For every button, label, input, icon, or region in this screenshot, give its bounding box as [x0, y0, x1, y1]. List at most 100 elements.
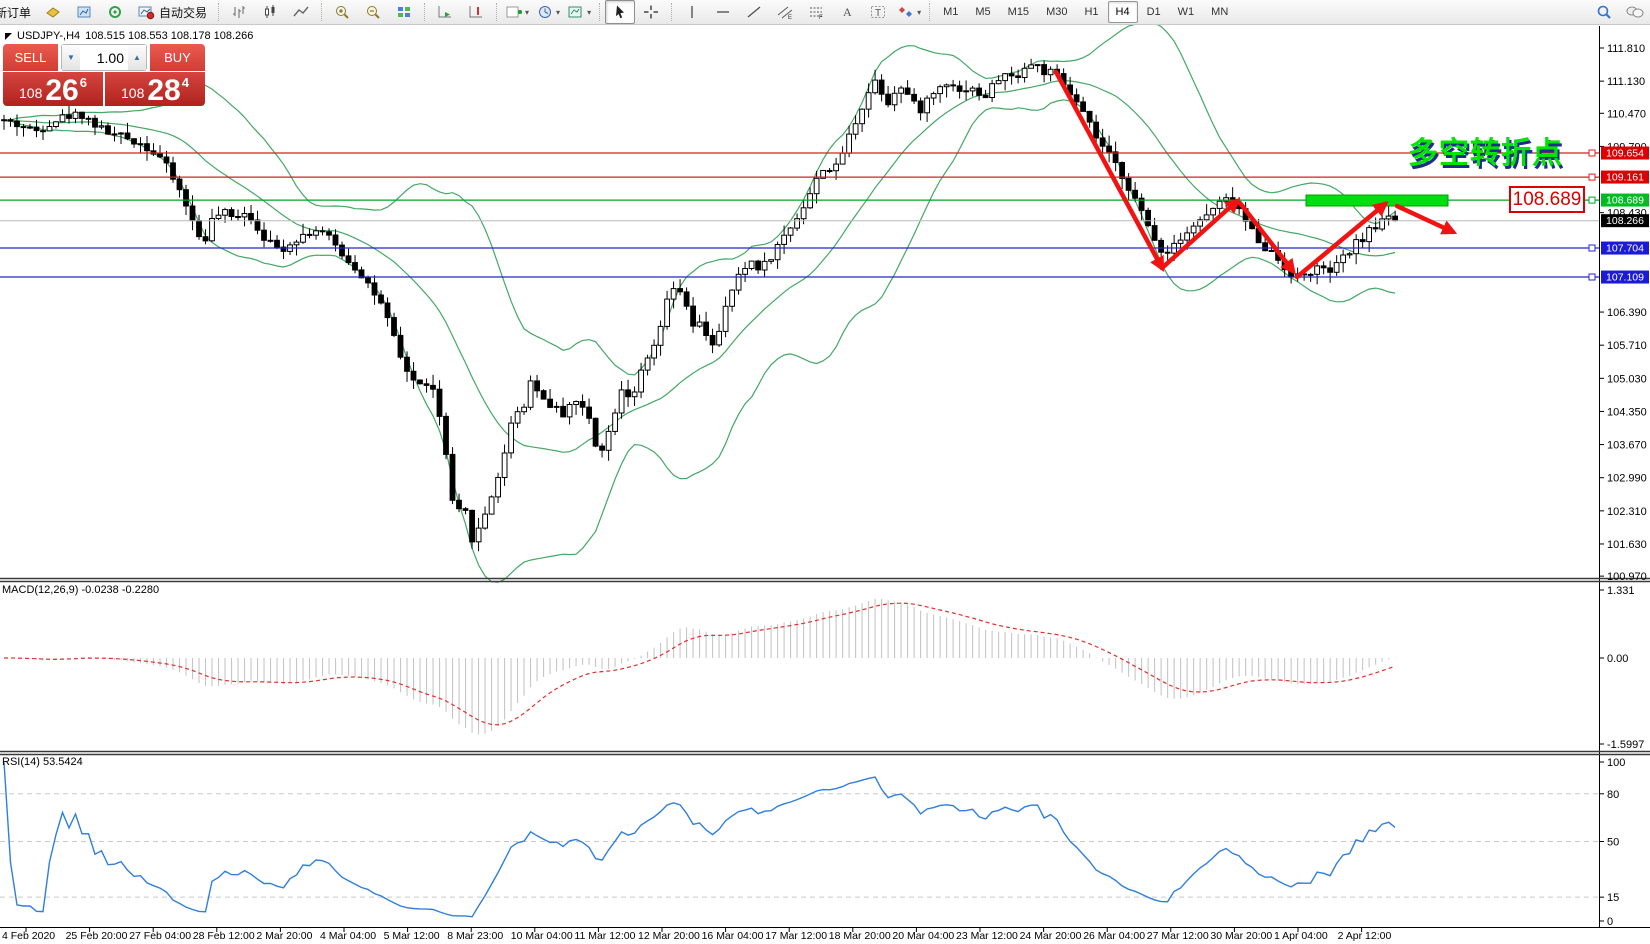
arrows-icon — [897, 4, 915, 20]
chart-ohlc: 108.515 108.553 108.178 108.266 — [85, 30, 253, 42]
svg-text:111.810: 111.810 — [1607, 43, 1645, 55]
svg-text:111.130: 111.130 — [1607, 76, 1645, 88]
tile-windows-icon[interactable] — [389, 0, 419, 24]
svg-text:1.331: 1.331 — [1607, 585, 1635, 597]
y-axis: 111.810111.130110.470109.790108.430106.3… — [0, 43, 1647, 928]
signals-icon[interactable] — [100, 0, 130, 24]
autotrading-button[interactable]: 自动交易 — [131, 0, 213, 24]
trend-arrow[interactable] — [1162, 201, 1237, 268]
zoom-out-icon[interactable] — [358, 0, 388, 24]
indicators-button[interactable]: ▾ — [502, 0, 532, 24]
market-watch-icon[interactable] — [69, 0, 99, 24]
horizontal-line-icon[interactable] — [708, 0, 738, 24]
auto-scroll-icon[interactable] — [430, 0, 460, 24]
level-handle[interactable] — [1589, 150, 1595, 156]
svg-text:100.970: 100.970 — [1607, 571, 1647, 583]
svg-text:18 Mar 20:00: 18 Mar 20:00 — [829, 930, 891, 942]
svg-text:107.704: 107.704 — [1606, 243, 1644, 255]
crosshair-icon[interactable] — [636, 0, 666, 24]
text-label-icon[interactable]: T — [863, 0, 893, 24]
trend-arrow[interactable] — [1056, 72, 1162, 268]
chart-shift-icon[interactable] — [461, 0, 491, 24]
svg-text:0: 0 — [1607, 916, 1613, 928]
svg-text:50: 50 — [1607, 837, 1619, 849]
timeframe-bar: M1M5M15M30H1H4D1W1MN — [935, 1, 1236, 23]
templates-button[interactable]: ▾ — [564, 0, 594, 24]
timeframe-button-D1[interactable]: D1 — [1139, 1, 1169, 23]
vertical-line-icon[interactable] — [677, 0, 707, 24]
trendline-icon[interactable] — [739, 0, 769, 24]
trend-arrow[interactable] — [1297, 204, 1385, 277]
lot-decrease-button[interactable]: ▼ — [62, 45, 80, 70]
timeframe-button-W1[interactable]: W1 — [1170, 1, 1203, 23]
text-icon[interactable]: A — [832, 0, 862, 24]
svg-text:105.710: 105.710 — [1607, 340, 1647, 352]
chevron-down-icon: ▾ — [917, 8, 921, 17]
level-handle[interactable] — [1589, 245, 1595, 251]
zoom-in-icon[interactable] — [327, 0, 357, 24]
svg-text:2 Mar 20:00: 2 Mar 20:00 — [256, 930, 312, 942]
arrows-button[interactable]: ▾ — [894, 0, 924, 24]
chevron-down-icon: ▾ — [587, 8, 591, 17]
svg-text:1 Apr 04:00: 1 Apr 04:00 — [1274, 930, 1328, 942]
level-handle[interactable] — [1589, 274, 1595, 280]
timeframe-button-H4[interactable]: H4 — [1108, 1, 1138, 23]
timeframe-button-M15[interactable]: M15 — [1000, 1, 1037, 23]
svg-text:102.310: 102.310 — [1607, 506, 1647, 518]
svg-text:101.630: 101.630 — [1607, 539, 1647, 551]
level-handle[interactable] — [1589, 197, 1595, 203]
pivot-annotation-text[interactable]: 多空转折点 — [1408, 128, 1563, 172]
price-badge[interactable] — [1601, 271, 1649, 284]
svg-text:80: 80 — [1607, 789, 1619, 801]
cursor-icon[interactable] — [605, 0, 635, 24]
candlesticks-icon[interactable] — [255, 0, 285, 24]
equidistant-channel-icon[interactable]: E — [770, 0, 800, 24]
svg-text:4 Feb 2020: 4 Feb 2020 — [2, 930, 55, 942]
ask-price[interactable]: 108 28 4 — [105, 72, 205, 106]
chat-icon[interactable] — [1620, 0, 1650, 24]
periods-button[interactable]: ▾ — [533, 0, 563, 24]
timeframe-button-M5[interactable]: M5 — [967, 1, 998, 23]
trend-arrow[interactable] — [1240, 203, 1293, 271]
new-order-icon[interactable] — [38, 0, 68, 24]
macd-indicator-label: MACD(12,26,9) -0.0238 -0.2280 — [2, 584, 159, 596]
svg-text:103.670: 103.670 — [1607, 440, 1647, 452]
timeframe-button-MN[interactable]: MN — [1203, 1, 1236, 23]
timeframe-button-M30[interactable]: M30 — [1038, 1, 1075, 23]
autotrading-icon — [137, 4, 155, 20]
lot-increase-button[interactable]: ▲ — [128, 45, 146, 70]
price-badge[interactable] — [1601, 171, 1649, 184]
svg-text:105.030: 105.030 — [1607, 373, 1647, 385]
price-badge[interactable] — [1601, 147, 1649, 160]
fibonacci-icon[interactable]: F — [801, 0, 831, 24]
new-order-button[interactable]: 新订单 — [0, 0, 37, 24]
ask-pip-digit: 4 — [182, 75, 189, 90]
trend-arrow[interactable] — [1397, 206, 1453, 232]
svg-text:108.266: 108.266 — [1606, 215, 1644, 227]
price-level-callout[interactable]: 108.689 — [1509, 186, 1585, 213]
candles-layer — [2, 59, 1398, 552]
timeframe-button-M1[interactable]: M1 — [935, 1, 966, 23]
buy-button[interactable]: BUY — [150, 44, 205, 71]
timeframe-button-H1[interactable]: H1 — [1076, 1, 1106, 23]
sell-button[interactable]: SELL — [3, 44, 58, 71]
chart-title: USDJPY-,H4 108.515 108.553 108.178 108.2… — [5, 30, 253, 42]
indicators-icon — [505, 4, 523, 20]
bars-chart-icon[interactable] — [224, 0, 254, 24]
panel-borders — [0, 26, 1650, 928]
level-handle[interactable] — [1589, 174, 1595, 180]
macd-layer — [4, 599, 1395, 735]
price-badge[interactable] — [1601, 242, 1649, 255]
top-toolbar: 新订单 自动交易 ▾ ▾ ▾ E F A T ▾ M1M5M15M30H1H4D… — [0, 0, 1650, 25]
bid-price[interactable]: 108 26 6 — [3, 72, 103, 106]
lot-size-input[interactable] — [80, 45, 128, 70]
symbol-cursor-icon — [5, 33, 12, 40]
search-icon[interactable] — [1589, 0, 1619, 24]
svg-text:16 Mar 04:00: 16 Mar 04:00 — [702, 930, 764, 942]
pivot-rect-annotation[interactable] — [1306, 195, 1448, 206]
line-chart-icon[interactable] — [286, 0, 316, 24]
ask-prefix: 108 — [121, 85, 144, 101]
price-badge[interactable] — [1601, 194, 1649, 207]
chart-canvas[interactable]: 111.810111.130110.470109.790108.430106.3… — [0, 0, 1650, 944]
price-badge[interactable] — [1601, 214, 1649, 227]
